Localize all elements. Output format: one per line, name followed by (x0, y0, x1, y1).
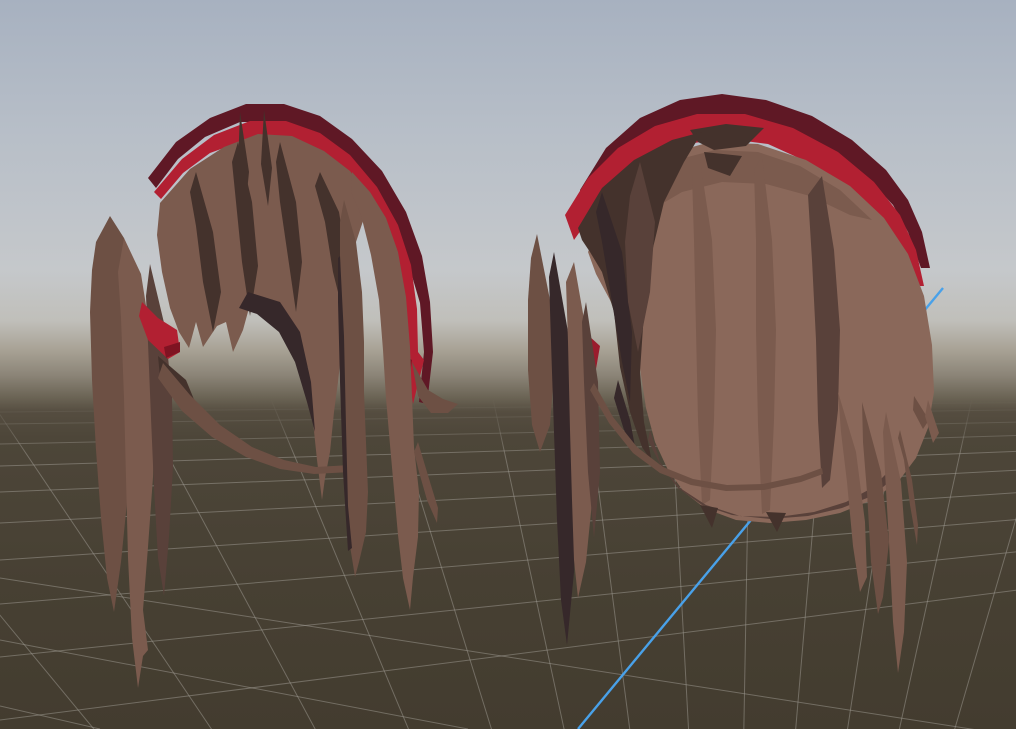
3d-viewport[interactable] (0, 0, 1016, 729)
scene-canvas[interactable] (0, 0, 1016, 729)
